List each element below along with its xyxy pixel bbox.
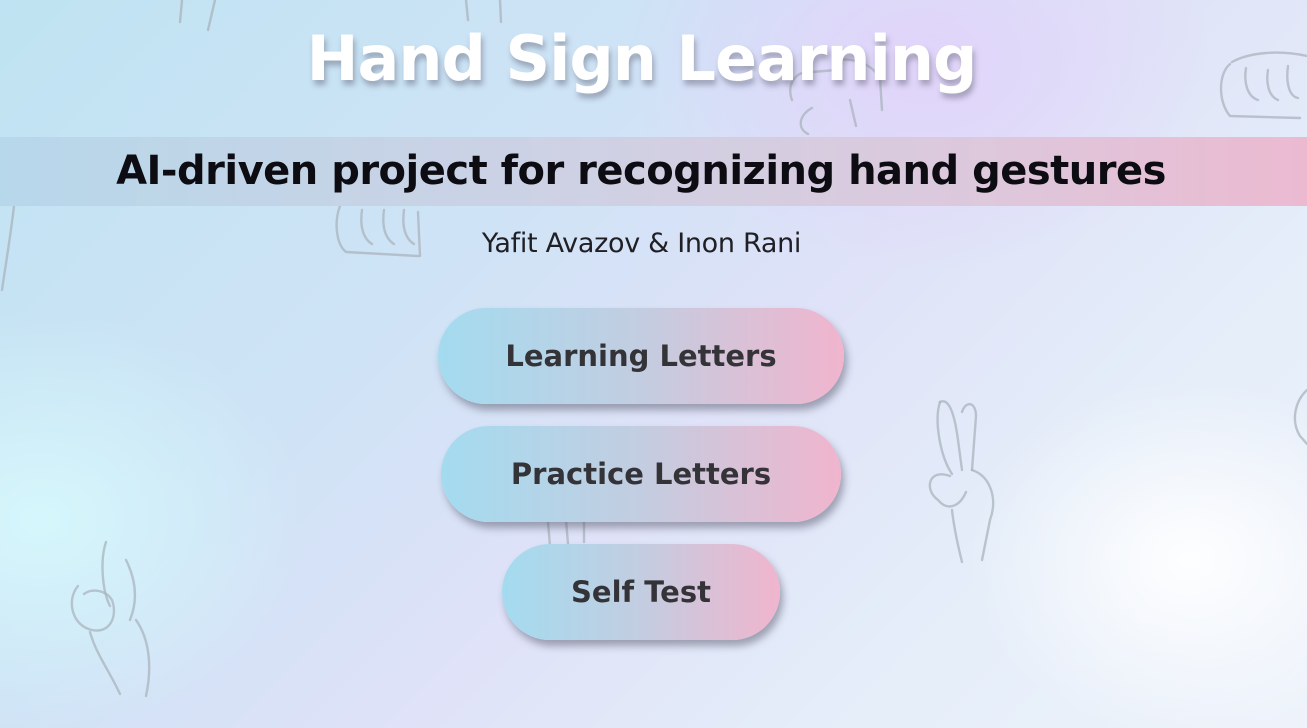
authors-credit: Yafit Avazov & Inon Rani — [481, 228, 802, 259]
hand-behind-button-sketch-icon — [546, 518, 586, 548]
practice-letters-button[interactable]: Practice Letters — [441, 426, 841, 522]
project-subtitle: AI-driven project for recognizing hand g… — [116, 148, 1166, 194]
right-edge-hand-sketch-icon — [1293, 388, 1307, 446]
page-title: Hand Sign Learning — [306, 22, 978, 95]
subtitle-banner: AI-driven project for recognizing hand g… — [0, 137, 1307, 206]
self-test-button[interactable]: Self Test — [502, 544, 780, 640]
peace-sign-hand-sketch-icon — [928, 400, 995, 564]
learning-letters-button[interactable]: Learning Letters — [438, 308, 844, 404]
hand-sketch-top-middle-icon — [464, 0, 503, 24]
ok-sign-hand-sketch-icon — [70, 540, 151, 698]
